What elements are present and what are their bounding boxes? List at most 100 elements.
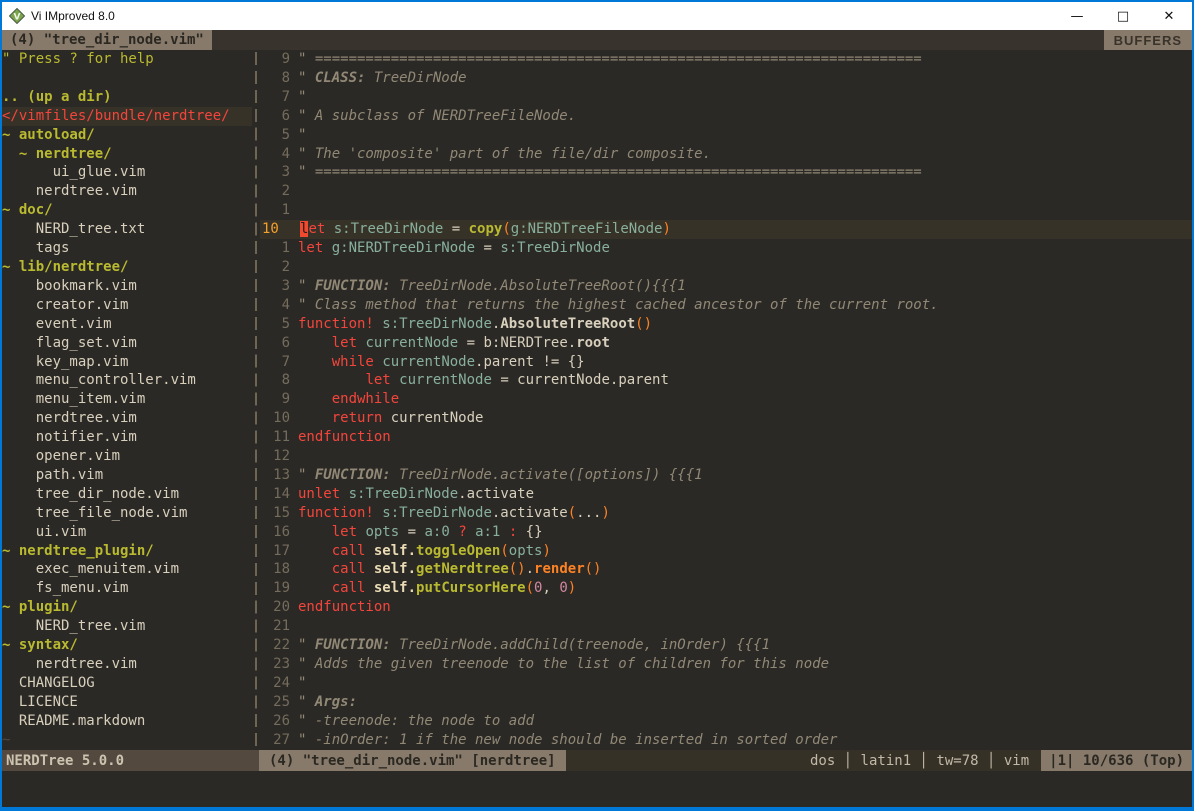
code-line[interactable]: 27" -inOrder: 1 if the new node should b… <box>260 731 1192 750</box>
tree-item[interactable]: NERD_tree.txt <box>2 220 252 239</box>
tree-item[interactable]: ~ nerdtree_plugin/ <box>2 542 252 561</box>
tree-item[interactable]: ~ lib/nerdtree/ <box>2 258 252 277</box>
code-token: " Adds the given treenode to the list of… <box>298 656 829 672</box>
code-line[interactable]: 6 let currentNode = b:NERDTree.root <box>260 334 1192 353</box>
code-line[interactable]: 3" FUNCTION: TreeDirNode.AbsoluteTreeRoo… <box>260 277 1192 296</box>
code-line[interactable]: 2 <box>260 182 1192 201</box>
code-line[interactable]: 21 <box>260 617 1192 636</box>
code-line[interactable]: 4" The 'composite' part of the file/dir … <box>260 145 1192 164</box>
tree-item[interactable]: nerdtree.vim <box>2 409 252 428</box>
tree-item[interactable]: ~ nerdtree/ <box>2 145 252 164</box>
tree-item <box>2 69 252 88</box>
tree-item[interactable]: notifier.vim <box>2 428 252 447</box>
code-token <box>298 524 332 540</box>
tree-item[interactable]: tree_file_node.vim <box>2 504 252 523</box>
tree-item[interactable]: key_map.vim <box>2 353 252 372</box>
code-line[interactable]: 6" A subclass of NERDTreeFileNode. <box>260 107 1192 126</box>
active-tab[interactable]: (4) "tree_dir_node.vim" <box>2 30 212 50</box>
line-number: 22 <box>260 636 290 655</box>
tree-item[interactable]: bookmark.vim <box>2 277 252 296</box>
line-number: 2 <box>260 258 290 277</box>
code-line[interactable]: 8 let currentNode = currentNode.parent <box>260 371 1192 390</box>
code-token: g:NERDTreeDirNode <box>332 240 475 256</box>
tree-item[interactable]: </vimfiles/bundle/nerdtree/ <box>2 107 252 126</box>
tree-item[interactable]: ~ syntax/ <box>2 636 252 655</box>
code-line[interactable]: 4" Class method that returns the highest… <box>260 296 1192 315</box>
tree-item: ~ <box>2 731 252 750</box>
code-line[interactable]: 22" FUNCTION: TreeDirNode.addChild(treen… <box>260 636 1192 655</box>
close-button[interactable]: ✕ <box>1146 2 1192 30</box>
code-line[interactable]: 2 <box>260 258 1192 277</box>
tree-item[interactable]: flag_set.vim <box>2 334 252 353</box>
tree-item[interactable]: NERD_tree.vim <box>2 617 252 636</box>
tree-item[interactable]: menu_controller.vim <box>2 371 252 390</box>
line-number: 27 <box>260 731 290 750</box>
code-line[interactable]: 9" =====================================… <box>260 50 1192 69</box>
tree-item[interactable]: menu_item.vim <box>2 390 252 409</box>
tree-item[interactable]: path.vim <box>2 466 252 485</box>
code-line[interactable]: 1 <box>260 201 1192 220</box>
tree-item[interactable]: opener.vim <box>2 447 252 466</box>
code-token <box>365 580 373 596</box>
tree-item[interactable]: nerdtree.vim <box>2 655 252 674</box>
code-token: ? <box>458 524 466 540</box>
code-line[interactable]: 26" -treenode: the node to add <box>260 712 1192 731</box>
code-line[interactable]: 14unlet s:TreeDirNode.activate <box>260 485 1192 504</box>
tree-item[interactable]: README.markdown <box>2 712 252 731</box>
code-line[interactable]: 24" <box>260 674 1192 693</box>
tree-item[interactable]: exec_menuitem.vim <box>2 560 252 579</box>
code-token: opts <box>509 543 543 559</box>
code-line[interactable]: 1let g:NERDTreeDirNode = s:TreeDirNode <box>260 239 1192 258</box>
tree-item[interactable]: .. (up a dir) <box>2 88 252 107</box>
tree-item[interactable]: " Press ? for help <box>2 50 252 69</box>
tree-item[interactable]: LICENCE <box>2 693 252 712</box>
code-token: endfunction <box>298 599 391 615</box>
code-line[interactable]: 12 <box>260 447 1192 466</box>
code-line[interactable]: 7 while currentNode.parent != {} <box>260 353 1192 372</box>
code-line[interactable]: 23" Adds the given treenode to the list … <box>260 655 1192 674</box>
code-line[interactable]: 15function! s:TreeDirNode.activate(...) <box>260 504 1192 523</box>
tree-item[interactable]: tree_dir_node.vim <box>2 485 252 504</box>
code-token: FUNCTION: <box>315 637 391 653</box>
line-number: 16 <box>260 523 290 542</box>
code-token: TreeDirNode.AbsoluteTreeRoot(){{{1 <box>391 278 686 294</box>
window-split-separator[interactable] <box>252 50 260 750</box>
code-line[interactable]: 10 return currentNode <box>260 409 1192 428</box>
code-line[interactable]: 5function! s:TreeDirNode.AbsoluteTreeRoo… <box>260 315 1192 334</box>
tree-item[interactable]: creator.vim <box>2 296 252 315</box>
code-line[interactable]: 13" FUNCTION: TreeDirNode.activate([opti… <box>260 466 1192 485</box>
code-line[interactable]: 9 endwhile <box>260 390 1192 409</box>
code-token: call <box>332 561 366 577</box>
code-line[interactable]: 11endfunction <box>260 428 1192 447</box>
code-line[interactable]: 5" <box>260 126 1192 145</box>
code-token <box>365 561 373 577</box>
maximize-button[interactable]: □ <box>1100 2 1146 30</box>
code-line[interactable]: 18 call self.getNerdtree().render() <box>260 560 1192 579</box>
code-token <box>391 372 399 388</box>
code-line[interactable]: 7" <box>260 88 1192 107</box>
code-line[interactable]: 19 call self.putCursorHere(0, 0) <box>260 579 1192 598</box>
tree-item[interactable]: ~ doc/ <box>2 201 252 220</box>
code-token: endfunction <box>298 429 391 445</box>
tree-item[interactable]: ~ autoload/ <box>2 126 252 145</box>
code-token: call <box>332 580 366 596</box>
code-line[interactable]: 25" Args: <box>260 693 1192 712</box>
tree-item[interactable]: nerdtree.vim <box>2 182 252 201</box>
code-line[interactable]: 17 call self.toggleOpen(opts) <box>260 542 1192 561</box>
code-line[interactable]: 20endfunction <box>260 598 1192 617</box>
tree-item[interactable]: ui.vim <box>2 523 252 542</box>
tree-item[interactable]: ~ plugin/ <box>2 598 252 617</box>
code-line[interactable]: 3" =====================================… <box>260 163 1192 182</box>
tree-item[interactable]: ui_glue.vim <box>2 163 252 182</box>
tree-item[interactable]: tags <box>2 239 252 258</box>
code-line[interactable]: 8" CLASS: TreeDirNode <box>260 69 1192 88</box>
line-number: 15 <box>260 504 290 523</box>
code-token: a:0 <box>424 524 449 540</box>
minimize-button[interactable]: — <box>1054 2 1100 30</box>
tree-item[interactable]: CHANGELOG <box>2 674 252 693</box>
code-line[interactable]: 10let s:TreeDirNode = copy(g:NERDTreeFil… <box>260 220 1192 239</box>
code-token <box>298 543 332 559</box>
tree-item[interactable]: fs_menu.vim <box>2 579 252 598</box>
tree-item[interactable]: event.vim <box>2 315 252 334</box>
code-line[interactable]: 16 let opts = a:0 ? a:1 : {} <box>260 523 1192 542</box>
